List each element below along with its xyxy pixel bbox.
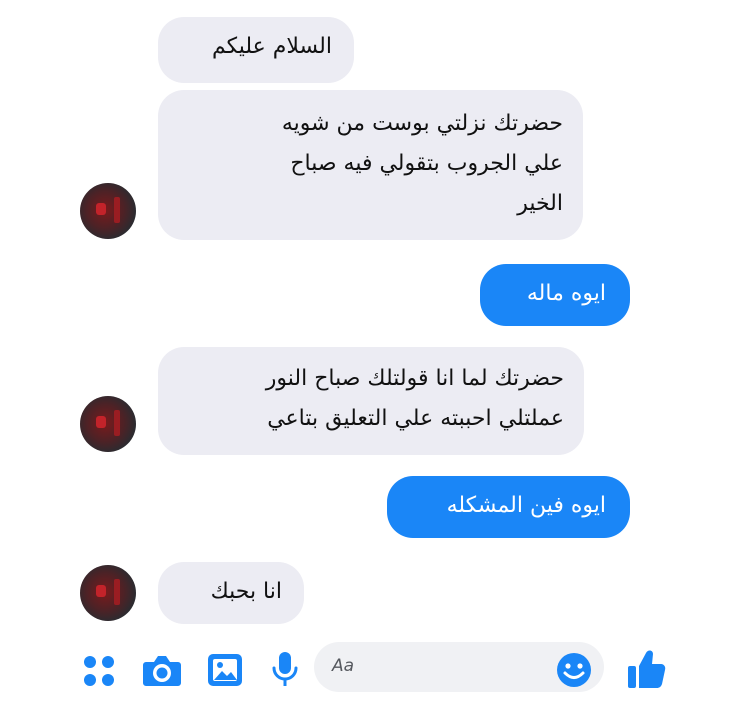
message-bubble-outgoing: ايوه ماله — [480, 264, 630, 326]
sender-avatar[interactable] — [80, 183, 136, 239]
camera-icon[interactable] — [142, 652, 182, 688]
message-bubble-incoming: حضرتك لما انا قولتلك صباح النور عملتلي ا… — [158, 347, 584, 455]
composer-bar: Aa — [0, 636, 736, 702]
apps-grid-icon[interactable] — [82, 654, 116, 688]
message-bubble-incoming: انا بحبك — [158, 562, 304, 624]
message-input-placeholder: Aa — [332, 656, 355, 676]
message-thread: السلام عليكم حضرتك نزلتي بوست من شويه عل… — [0, 0, 736, 640]
message-bubble-incoming: السلام عليكم — [158, 17, 354, 83]
emoji-icon[interactable] — [556, 652, 592, 688]
thumbs-up-icon[interactable] — [626, 648, 666, 690]
message-bubble-outgoing: ايوه فين المشكله — [387, 476, 630, 538]
gallery-icon[interactable] — [206, 652, 244, 688]
sender-avatar[interactable] — [80, 565, 136, 621]
message-bubble-incoming: حضرتك نزلتي بوست من شويه علي الجروب بتقو… — [158, 90, 583, 240]
sender-avatar[interactable] — [80, 396, 136, 452]
microphone-icon[interactable] — [270, 650, 300, 690]
